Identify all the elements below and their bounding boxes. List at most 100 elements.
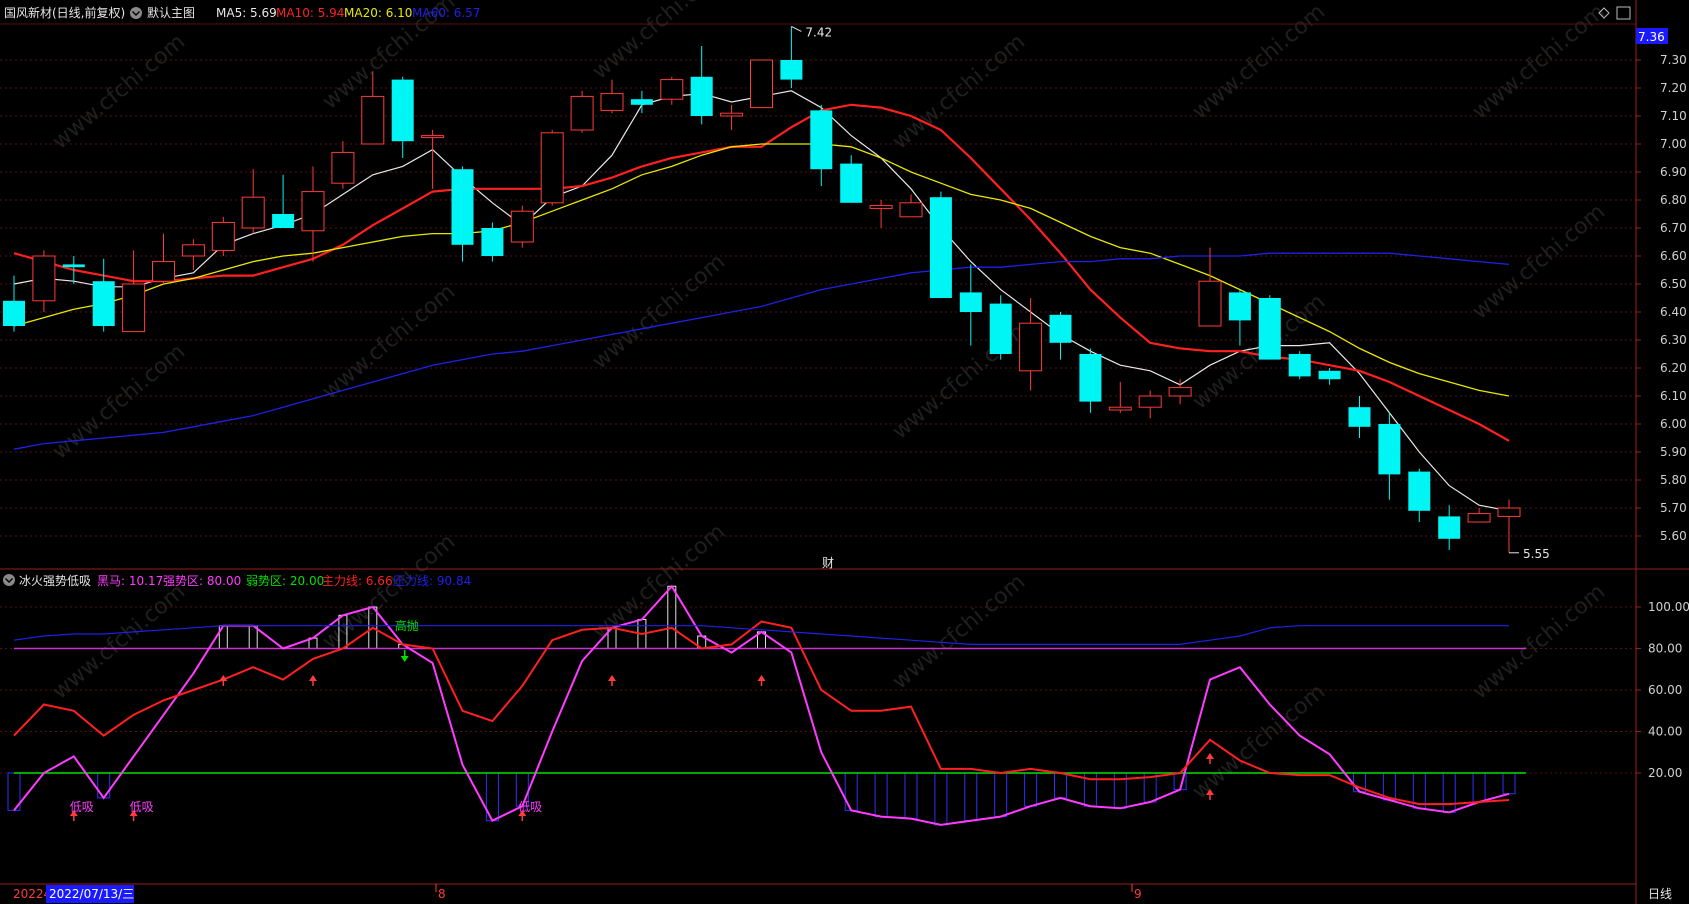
candle-body xyxy=(1079,354,1102,402)
legend-pressure: 压力线: 90.84 xyxy=(393,574,471,588)
legend-ma60: MA60: 6.57 xyxy=(412,6,480,20)
indicator-name[interactable]: 默认主图 xyxy=(147,5,195,20)
candle-body xyxy=(1019,322,1043,372)
legend-strong-zone: 强势区: 80.00 xyxy=(163,574,241,588)
candle-body xyxy=(989,303,1012,354)
sub-y-tick-label: 60.00 xyxy=(1648,683,1682,697)
candle-body xyxy=(510,210,534,243)
buy-low-label: 低吸 xyxy=(518,800,542,814)
sub-title-bar: 冰火强势低吸 黑马: 10.17 强势区: 80.00 弱势区: 20.00 主… xyxy=(3,574,471,588)
financial-report-marker[interactable]: 财 xyxy=(822,556,834,570)
main-y-tick-label: 6.60 xyxy=(1660,249,1687,263)
candle xyxy=(1258,295,1281,360)
candle-body xyxy=(1497,507,1521,517)
main-y-tick-label: 6.80 xyxy=(1660,193,1687,207)
candle-body xyxy=(361,95,385,145)
legend-weak-zone: 弱势区: 20.00 xyxy=(246,574,324,588)
chevron-down-icon[interactable] xyxy=(3,574,15,586)
candle xyxy=(211,216,235,256)
candle xyxy=(1288,351,1311,380)
candle-body xyxy=(1378,424,1401,475)
candle xyxy=(750,59,773,109)
sub-y-tick-label: 40.00 xyxy=(1648,725,1682,739)
candle-body xyxy=(1138,395,1162,408)
candle-body xyxy=(331,151,355,184)
main-y-tick-label: 7.30 xyxy=(1660,53,1687,67)
candle-body xyxy=(1467,513,1491,523)
candle-body xyxy=(1438,516,1461,539)
low-price-label: 5.55 xyxy=(1523,547,1550,561)
candle-body xyxy=(3,300,25,326)
legend-ma20: MA20: 6.10 xyxy=(344,6,412,20)
current-price-badge-text: 7.36 xyxy=(1638,30,1665,44)
main-y-tick-label: 6.90 xyxy=(1660,165,1687,179)
candle xyxy=(481,222,504,262)
candle-body xyxy=(660,79,684,100)
main-y-tick-label: 5.90 xyxy=(1660,445,1687,459)
candle xyxy=(510,205,534,248)
candle-body xyxy=(1318,370,1341,380)
candle-body xyxy=(959,292,982,312)
main-y-tick-label: 6.20 xyxy=(1660,361,1687,375)
candle-body xyxy=(32,255,56,302)
main-y-tick-label: 7.10 xyxy=(1660,109,1687,123)
candle-body xyxy=(630,99,653,105)
legend-ma10: MA10: 5.94 xyxy=(276,6,344,20)
candle-body xyxy=(1348,407,1371,427)
candle-body xyxy=(929,197,952,298)
candle-body xyxy=(600,93,624,111)
main-y-tick-label: 5.70 xyxy=(1660,501,1687,515)
candle-body xyxy=(181,244,205,257)
main-y-tick-label: 7.20 xyxy=(1660,81,1687,95)
candle-body xyxy=(1288,354,1311,377)
period-label[interactable]: 日线 xyxy=(1648,887,1672,901)
chart-canvas[interactable]: www.cfchi.com www.cfchi.com www.cfchi.com w… xyxy=(0,0,1689,904)
candle-body xyxy=(122,283,146,333)
month-label-9: 9 xyxy=(1134,887,1142,901)
buy-low-label: 低吸 xyxy=(130,800,154,814)
candle-body xyxy=(1258,298,1281,360)
date-start-label: 20224 xyxy=(13,887,51,901)
candle-body xyxy=(211,221,235,251)
candle-body xyxy=(720,112,744,117)
legend-heima: 黑马: 10.17 xyxy=(97,574,163,588)
main-y-tick-label: 5.60 xyxy=(1660,529,1687,543)
main-y-tick-label: 6.50 xyxy=(1660,277,1687,291)
main-y-tick-label: 6.40 xyxy=(1660,305,1687,319)
candle-body xyxy=(690,76,713,116)
crosshair-date-text: 2022/07/13/三 xyxy=(49,887,134,901)
main-y-tick-label: 6.10 xyxy=(1660,389,1687,403)
sub-indicator-name[interactable]: 冰火强势低吸 xyxy=(19,574,91,588)
main-y-tick-label: 6.30 xyxy=(1660,333,1687,347)
sub-y-tick-label: 80.00 xyxy=(1648,642,1682,656)
candle-body xyxy=(272,214,295,228)
candle-body xyxy=(1198,280,1222,327)
candle-body xyxy=(780,60,803,80)
candle-body xyxy=(750,59,773,109)
chart-stage: www.cfchi.com www.cfchi.com www.cfchi.com w… xyxy=(0,0,1689,904)
candle xyxy=(989,295,1012,360)
candle-body xyxy=(1228,292,1251,321)
sell-high-label: 高抛 xyxy=(395,618,419,633)
high-price-label: 7.42 xyxy=(805,25,832,39)
candle-body xyxy=(540,132,564,204)
candle-body xyxy=(1108,406,1132,411)
candle-body xyxy=(241,196,265,229)
main-y-tick-label: 6.70 xyxy=(1660,221,1687,235)
candle-body xyxy=(481,228,504,256)
candle-body xyxy=(810,110,833,170)
legend-main-force: 主力线: 6.66 xyxy=(322,574,393,588)
candle-body xyxy=(92,281,115,326)
candle xyxy=(540,130,564,206)
candle-body xyxy=(840,163,863,203)
main-y-tick-label: 5.80 xyxy=(1660,473,1687,487)
candle-body xyxy=(570,95,594,131)
candle-body xyxy=(1049,314,1072,343)
candle-body xyxy=(1168,387,1192,397)
candle-body xyxy=(391,79,414,142)
candle-body xyxy=(1408,471,1431,511)
buy-low-label: 低吸 xyxy=(70,800,94,814)
chevron-down-icon[interactable] xyxy=(130,7,142,19)
stock-title: 国风新材(日线,前复权) xyxy=(4,5,125,20)
main-y-tick-label: 7.00 xyxy=(1660,137,1687,151)
